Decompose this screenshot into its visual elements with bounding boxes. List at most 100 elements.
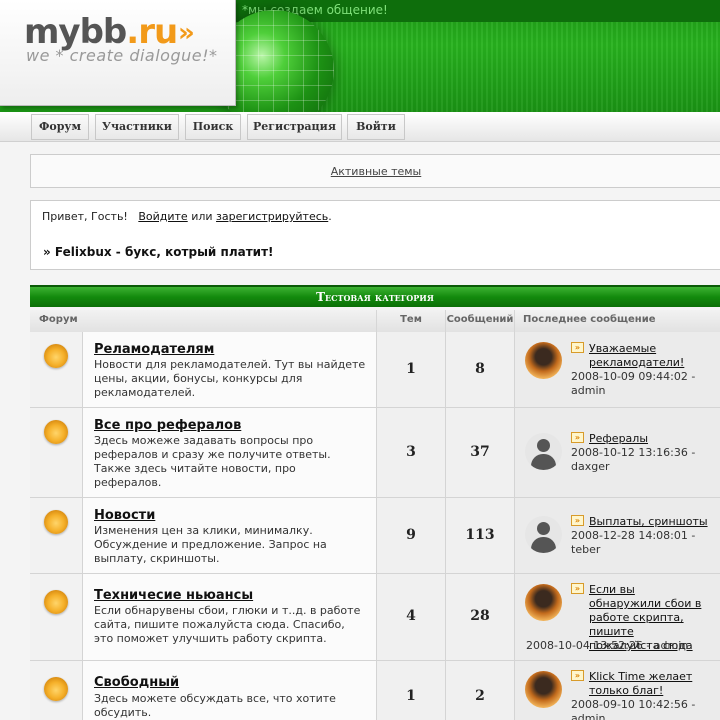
active-topics-panel: Активные темы [30,154,720,188]
nav-search[interactable]: Поиск [185,114,241,140]
avatar[interactable] [525,516,562,553]
posts-count: 2 [475,688,485,704]
forum-info-cell: Новости Изменения цен за клики, минималк… [83,498,377,573]
posts-cell: 113 [446,498,515,573]
forum-title-link[interactable]: Техничесие ньюансы [94,588,253,603]
period-text: . [328,210,332,223]
forum-icon-cell [30,574,83,660]
topics-cell: 1 [377,661,446,720]
forum-status-icon [44,590,68,614]
site-header: *мы создаем общение! mybb.ru » we * crea… [0,0,720,112]
topics-count: 1 [406,361,416,377]
forum-description: Здесь можеже задавать вопросы про реферал… [94,434,331,489]
last-post-meta: 2008-10-04 13:52:26 - admin [526,639,689,652]
logo-tagline: we * create dialogue!* [26,46,218,65]
greeting-text: Привет, Гость! [42,210,128,223]
forum-status-icon [44,344,68,368]
posts-count: 8 [475,361,485,377]
main-navigation: Форум Участники Поиск Регистрация Войти [0,112,720,142]
posts-cell: 2 [446,661,515,720]
posts-cell: 37 [446,408,515,497]
goto-last-post-icon[interactable]: » [571,515,584,526]
topics-cell: 4 [377,574,446,660]
avatar[interactable] [525,584,562,621]
goto-last-post-icon[interactable]: » [571,583,584,594]
last-post-cell: » Если вы обнаружили сбои в работе скрипта… [515,574,720,660]
category-title: Тестовая категория [316,290,434,304]
last-post-meta: 2008-10-09 09:44:02 - admin [571,370,696,397]
forum-title-link[interactable]: Свободный [94,675,179,690]
posts-count: 28 [470,608,490,624]
forum-row: Реламодателям Новости для рекламодателей… [30,332,720,408]
last-post-link[interactable]: Выплаты, сриншоты [589,515,708,529]
topics-cell: 3 [377,408,446,497]
goto-last-post-icon[interactable]: » [571,670,584,681]
forum-title-link[interactable]: Все про рефералов [94,418,241,433]
nav-forum[interactable]: Форум [31,114,89,140]
nav-members[interactable]: Участники [95,114,179,140]
header-topbar: *мы создаем общение! [236,0,720,22]
forum-row: Все про рефералов Здесь можеже задавать … [30,408,720,498]
last-post-link[interactable]: Klick Time желает только благ! [589,670,692,698]
topics-count: 3 [406,444,416,460]
posts-count: 37 [470,444,490,460]
last-post-meta: 2008-09-10 10:42:56 - admin [571,698,696,720]
forum-icon-cell [30,408,83,497]
site-logo[interactable]: mybb.ru » we * create dialogue!* [0,0,236,106]
active-topics-link[interactable]: Активные темы [31,165,720,178]
forum-info-cell: Все про рефералов Здесь можеже задавать … [83,408,377,497]
last-post-cell: » Выплаты, сриншоты 2008-12-28 14:08:01 … [515,498,720,573]
posts-count: 113 [465,527,495,543]
avatar[interactable] [525,433,562,470]
col-posts: Сообщений [446,310,515,332]
forum-description: Здесь можете обсуждать все, что хотите об… [94,692,336,719]
forum-info-cell: Техничесие ньюансы Если обнарувены сбои,… [83,574,377,660]
forum-icon-cell [30,498,83,573]
category-header: Тестовая категория [30,285,720,307]
topics-cell: 9 [377,498,446,573]
register-link[interactable]: зарегистрируйтесь [216,210,328,223]
forum-title-link[interactable]: Новости [94,508,155,523]
forum-icon-cell [30,661,83,720]
topics-count: 4 [406,608,416,624]
forum-row: Свободный Здесь можете обсуждать все, чт… [30,661,720,720]
posts-cell: 8 [446,332,515,407]
avatar[interactable] [525,671,562,708]
or-text: или [191,210,213,223]
forum-row: Техничесие ньюансы Если обнарувены сбои,… [30,574,720,661]
last-post-meta: 2008-12-28 14:08:01 - teber [571,529,696,556]
forum-info-cell: Свободный Здесь можете обсуждать все, чт… [83,661,377,720]
forum-description: Новости для рекламодателей. Тут вы найде… [94,358,366,399]
last-post-link[interactable]: Уважаемые рекламодатели! [589,342,684,370]
avatar[interactable] [525,342,562,379]
last-post-cell: » Уважаемые рекламодатели! 2008-10-09 09:… [515,332,720,407]
topics-count: 9 [406,527,416,543]
last-post-link[interactable]: Рефералы [589,432,648,446]
goto-last-post-icon[interactable]: » [571,342,584,353]
goto-last-post-icon[interactable]: » [571,432,584,443]
posts-cell: 28 [446,574,515,660]
forum-info-cell: Реламодателям Новости для рекламодателей… [83,332,377,407]
topics-cell: 1 [377,332,446,407]
forum-status-icon [44,677,68,701]
col-last-post: Последнее сообщение [515,310,720,332]
forum-description: Если обнарувены сбои, глюки и т..д. в ра… [94,604,361,645]
welcome-line: Привет, Гость! Войдите или зарегистрируй… [42,210,332,223]
forum-description: Изменения цен за клики, минималку. Обсужд… [94,524,327,565]
col-topics: Тем [377,310,446,332]
col-forum: Форум [30,310,377,332]
forum-row: Новости Изменения цен за клики, минималк… [30,498,720,574]
nav-login[interactable]: Войти [347,114,405,140]
login-link[interactable]: Войдите [138,210,187,223]
last-post-meta: 2008-10-12 13:16:36 - daxger [571,446,696,473]
forum-icon-cell [30,332,83,407]
announcement-text: » Felixbux - букс, котрый платит! [43,245,274,259]
last-post-cell: » Рефералы 2008-10-12 13:16:36 - daxger [515,408,720,497]
forum-status-icon [44,510,68,534]
logo-arrows-icon: » [178,18,195,48]
nav-register[interactable]: Регистрация [247,114,342,140]
topics-count: 1 [406,688,416,704]
last-post-cell: » Klick Time желает только благ! 2008-09-… [515,661,720,720]
forum-title-link[interactable]: Реламодателям [94,342,214,357]
forum-status-icon [44,420,68,444]
